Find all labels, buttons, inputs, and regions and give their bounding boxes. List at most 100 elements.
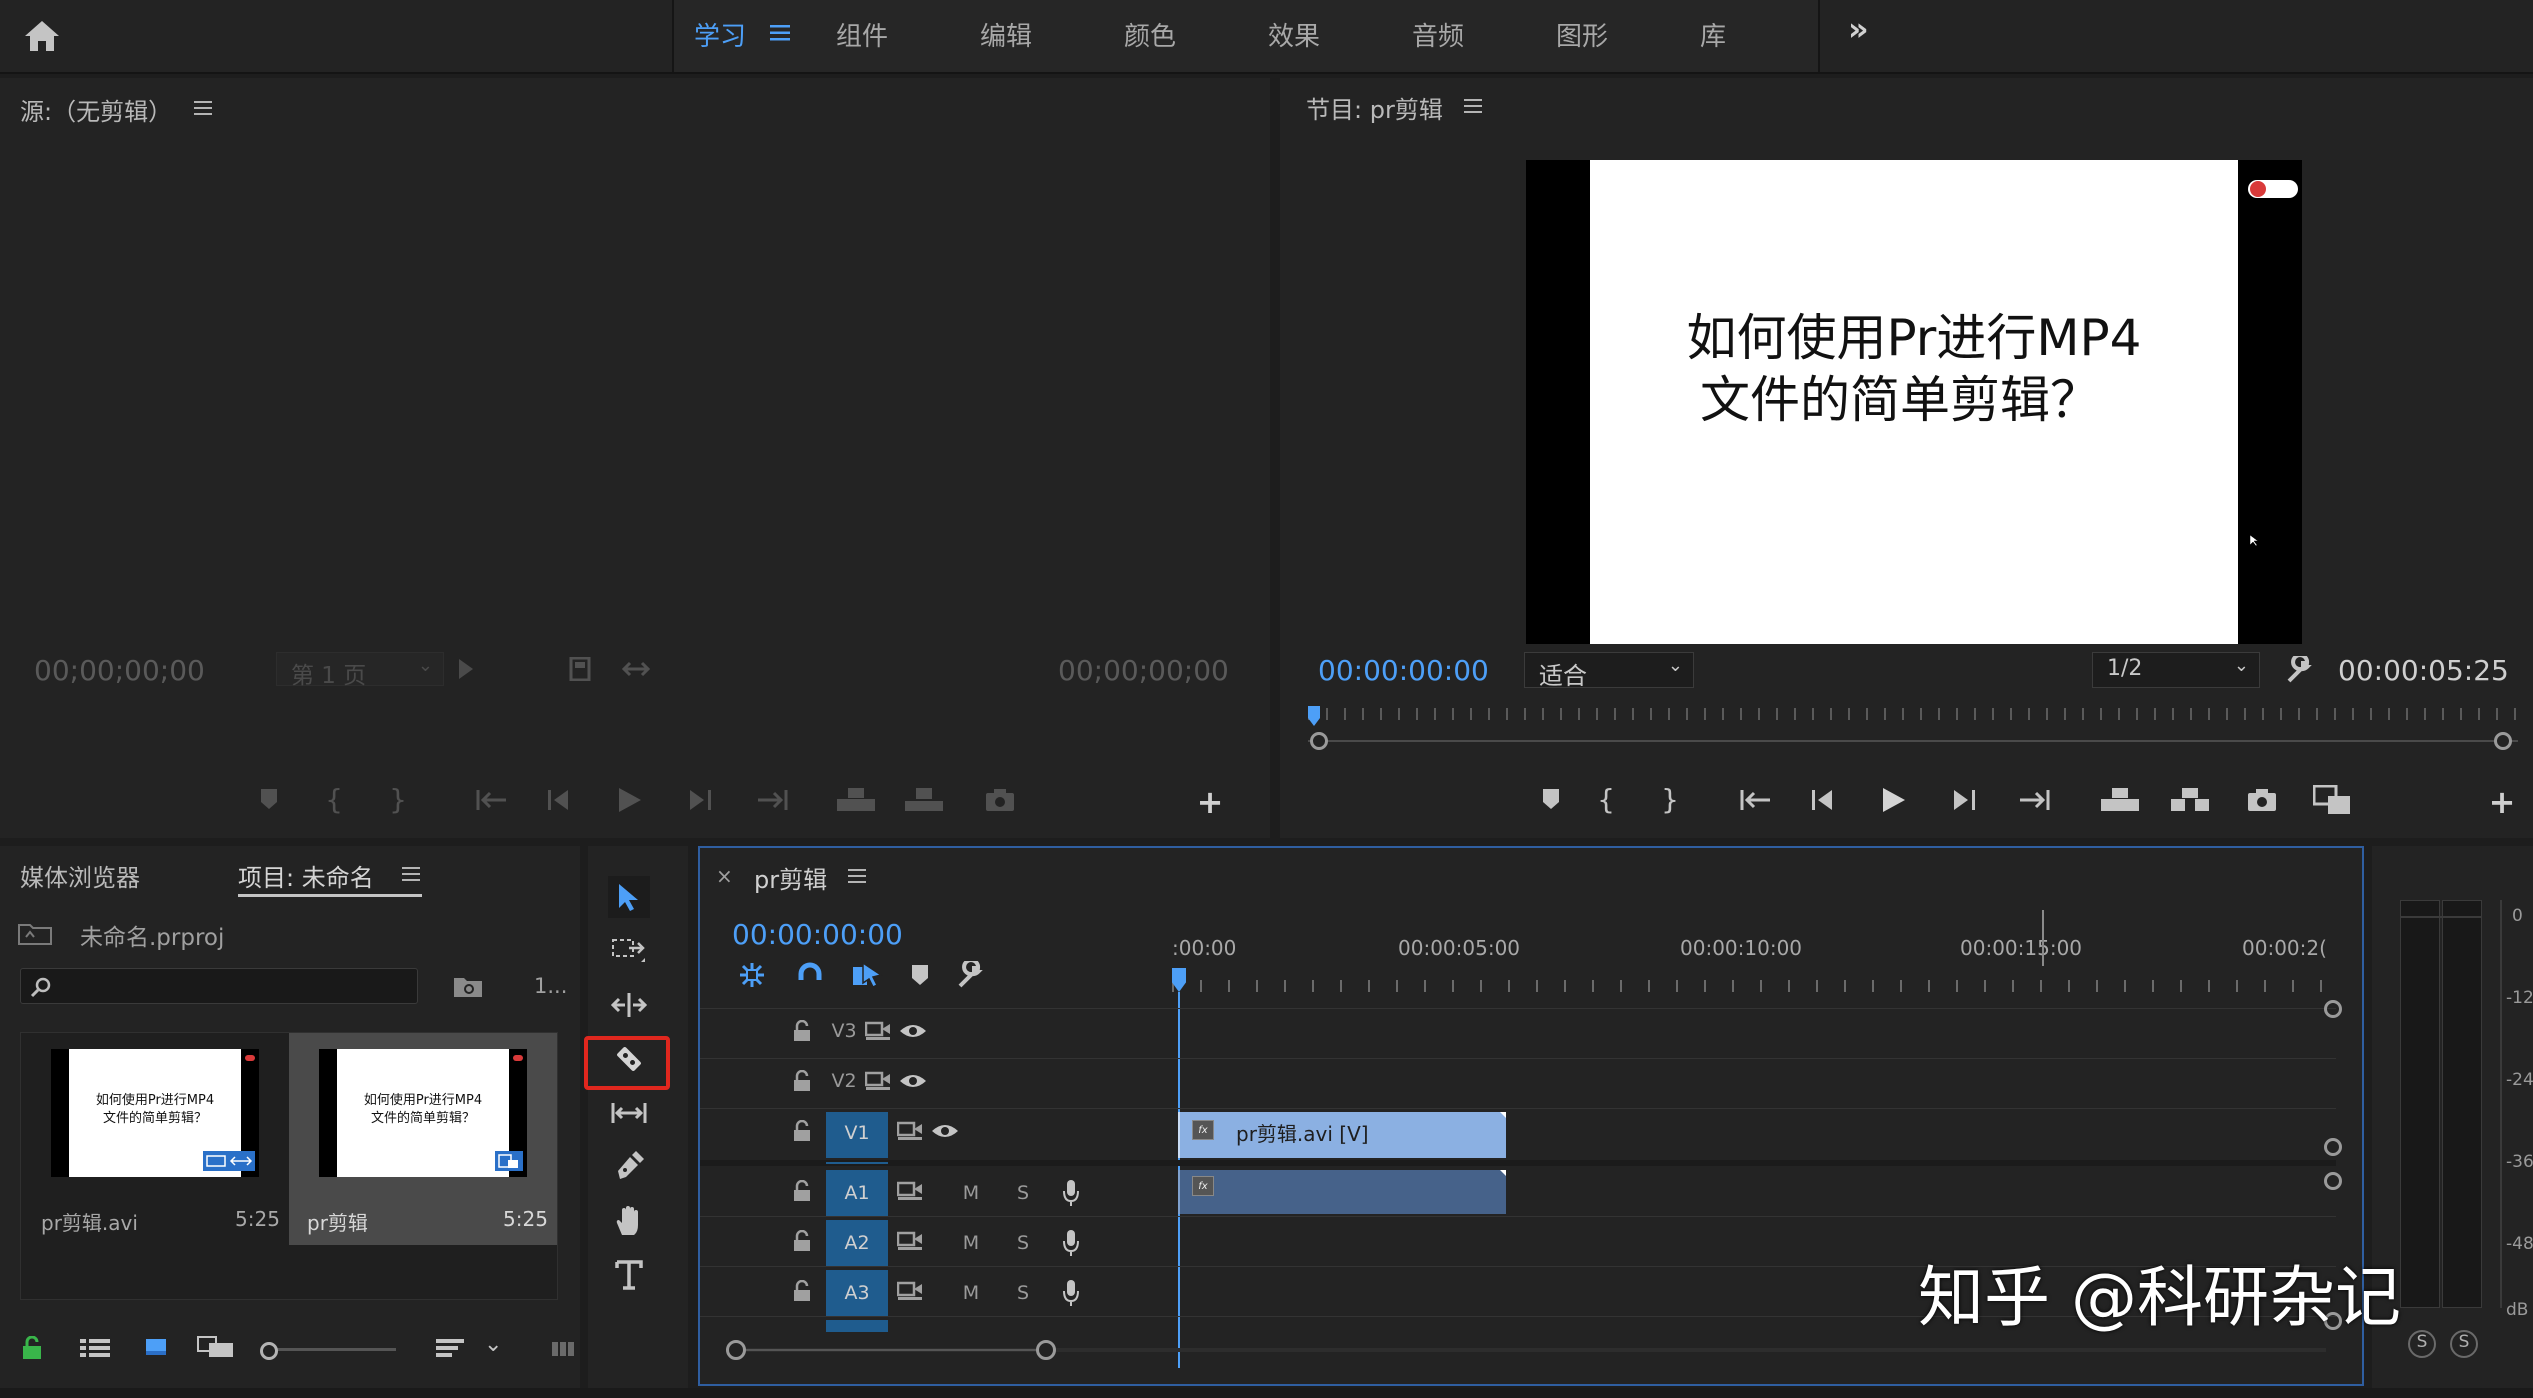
microphone-icon[interactable] bbox=[1060, 1278, 1082, 1308]
lock-icon[interactable] bbox=[20, 1334, 44, 1362]
folder-up-icon[interactable] bbox=[18, 920, 52, 946]
step-back-icon[interactable] bbox=[546, 788, 574, 812]
add-marker-icon[interactable] bbox=[258, 786, 280, 812]
type-tool-icon[interactable] bbox=[608, 1254, 650, 1296]
sync-lock-icon[interactable] bbox=[896, 1180, 924, 1202]
sync-lock-icon[interactable] bbox=[864, 1070, 892, 1092]
video-clip[interactable]: fx pr剪辑.avi [V] bbox=[1178, 1112, 1506, 1158]
zoom-handle-left[interactable] bbox=[1310, 732, 1328, 750]
sync-lock-icon[interactable] bbox=[896, 1280, 924, 1302]
program-video-frame[interactable]: 如何使用Pr进行MP4 文件的简单剪辑？ bbox=[1526, 160, 2302, 644]
program-menu-icon[interactable] bbox=[1464, 98, 1482, 114]
track-lock-icon[interactable] bbox=[792, 1178, 812, 1204]
solo-left-button[interactable]: S bbox=[2408, 1330, 2436, 1358]
close-sequence-icon[interactable]: × bbox=[716, 864, 733, 888]
home-icon[interactable] bbox=[20, 16, 64, 56]
slip-tool-icon[interactable] bbox=[608, 1092, 650, 1134]
eye-icon[interactable] bbox=[898, 1070, 928, 1092]
video-scroll-handle-top[interactable] bbox=[2324, 1000, 2342, 1018]
track-lock-icon[interactable] bbox=[792, 1278, 812, 1304]
microphone-icon[interactable] bbox=[1060, 1228, 1082, 1258]
tab-audio[interactable]: 音频 bbox=[1412, 16, 1464, 53]
tab-learn[interactable]: 学习 bbox=[694, 16, 746, 53]
pen-tool-icon[interactable] bbox=[608, 1146, 650, 1188]
go-to-out-icon[interactable] bbox=[756, 788, 788, 812]
source-menu-icon[interactable] bbox=[194, 100, 212, 116]
timeline-timecode[interactable]: 00:00:00:00 bbox=[732, 918, 903, 951]
solo-right-button[interactable]: S bbox=[2450, 1330, 2478, 1358]
mark-in-icon[interactable]: { bbox=[1596, 783, 1616, 816]
list-view-icon[interactable] bbox=[78, 1336, 112, 1360]
chevron-down-icon[interactable]: ⌄ bbox=[484, 1332, 502, 1357]
play-small-icon[interactable] bbox=[456, 656, 476, 682]
mark-out-icon[interactable]: } bbox=[388, 783, 408, 816]
extract-icon[interactable] bbox=[2170, 786, 2210, 814]
audio-scroll-handle-top[interactable] bbox=[2324, 1172, 2342, 1190]
export-frame-icon[interactable] bbox=[568, 656, 592, 682]
track-lock-icon[interactable] bbox=[792, 1228, 812, 1254]
program-add-button-icon[interactable]: + bbox=[2488, 783, 2516, 821]
hand-tool-icon[interactable] bbox=[608, 1200, 650, 1242]
project-item[interactable]: 如何使用Pr进行MP4 文件的简单剪辑？ pr剪辑.avi 5:25 bbox=[21, 1033, 289, 1245]
wrench-icon[interactable] bbox=[2284, 654, 2316, 686]
track-label-a1[interactable]: A1 bbox=[826, 1182, 888, 1204]
project-search-input[interactable] bbox=[20, 968, 418, 1004]
track-label-a3[interactable]: A3 bbox=[826, 1282, 888, 1304]
solo-track-button[interactable]: S bbox=[1010, 1182, 1036, 1204]
add-marker-icon[interactable] bbox=[1540, 786, 1562, 812]
nest-sequence-icon[interactable] bbox=[736, 960, 768, 990]
sort-icon[interactable] bbox=[434, 1336, 466, 1360]
timeline-settings-wrench-icon[interactable] bbox=[954, 960, 988, 990]
tab-color[interactable]: 颜色 bbox=[1124, 16, 1176, 53]
tab-graphics[interactable]: 图形 bbox=[1556, 16, 1608, 53]
workspace-overflow-button[interactable]: » bbox=[1848, 10, 1869, 48]
find-in-project-icon[interactable] bbox=[452, 972, 484, 1000]
tab-project[interactable]: 项目: 未命名 bbox=[238, 858, 374, 893]
camera-icon[interactable] bbox=[2246, 786, 2278, 814]
play-icon[interactable] bbox=[616, 786, 644, 814]
go-to-in-icon[interactable] bbox=[476, 788, 508, 812]
eye-icon[interactable] bbox=[930, 1120, 960, 1142]
step-back-icon[interactable] bbox=[1810, 788, 1838, 812]
linked-selection-icon[interactable] bbox=[850, 960, 884, 990]
timeline-horizontal-scrollbar[interactable] bbox=[726, 1338, 2326, 1362]
tab-assembly[interactable]: 组件 bbox=[836, 16, 888, 53]
track-lock-icon[interactable] bbox=[792, 1118, 812, 1144]
tab-libraries[interactable]: 库 bbox=[1700, 16, 1726, 53]
source-timecode-current[interactable]: 00;00;00;00 bbox=[34, 654, 205, 687]
scrollbar-handle-right[interactable] bbox=[1036, 1340, 1056, 1360]
insert-icon[interactable] bbox=[836, 786, 876, 814]
source-page-select[interactable]: 第 1 页 ⌄ bbox=[276, 652, 444, 689]
source-add-button-icon[interactable]: + bbox=[1196, 783, 1224, 821]
mark-in-icon[interactable]: { bbox=[324, 783, 344, 816]
microphone-icon[interactable] bbox=[1060, 1178, 1082, 1208]
sync-lock-icon[interactable] bbox=[896, 1120, 924, 1142]
tab-effects[interactable]: 效果 bbox=[1268, 16, 1320, 53]
mark-out-icon[interactable]: } bbox=[1660, 783, 1680, 816]
tab-learn-menu-icon[interactable] bbox=[770, 24, 790, 42]
freeform-view-icon[interactable] bbox=[196, 1334, 236, 1360]
icon-view-icon[interactable] bbox=[144, 1334, 168, 1360]
play-icon[interactable] bbox=[1880, 786, 1908, 814]
go-to-in-icon[interactable] bbox=[1740, 788, 1772, 812]
program-mini-ruler[interactable] bbox=[1308, 706, 2518, 750]
drag-video-icon[interactable] bbox=[622, 658, 650, 680]
playhead-marker-icon[interactable] bbox=[1308, 706, 1320, 726]
scrollbar-handle-left[interactable] bbox=[726, 1340, 746, 1360]
track-label-a2[interactable]: A2 bbox=[826, 1232, 888, 1254]
tab-editing[interactable]: 编辑 bbox=[980, 16, 1032, 53]
time-ruler[interactable]: :00:00 00:00:05:00 00:00:10:00 00:00:15:… bbox=[1172, 910, 2334, 996]
audio-clip[interactable]: fx bbox=[1178, 1170, 1506, 1214]
video-scroll-handle-bottom[interactable] bbox=[2324, 1138, 2342, 1156]
program-fit-select[interactable]: 适合 ⌄ bbox=[1524, 652, 1694, 690]
solo-track-button[interactable]: S bbox=[1010, 1282, 1036, 1304]
go-to-out-icon[interactable] bbox=[2018, 788, 2050, 812]
snap-icon[interactable] bbox=[794, 960, 826, 990]
zoom-slider[interactable] bbox=[260, 1342, 396, 1360]
add-marker-icon[interactable] bbox=[908, 962, 932, 988]
mute-track-button[interactable]: M bbox=[958, 1182, 984, 1204]
ripple-edit-tool-icon[interactable] bbox=[608, 984, 650, 1026]
project-menu-icon[interactable] bbox=[402, 866, 420, 882]
solo-track-button[interactable]: S bbox=[1010, 1232, 1036, 1254]
overwrite-icon[interactable] bbox=[904, 786, 944, 814]
